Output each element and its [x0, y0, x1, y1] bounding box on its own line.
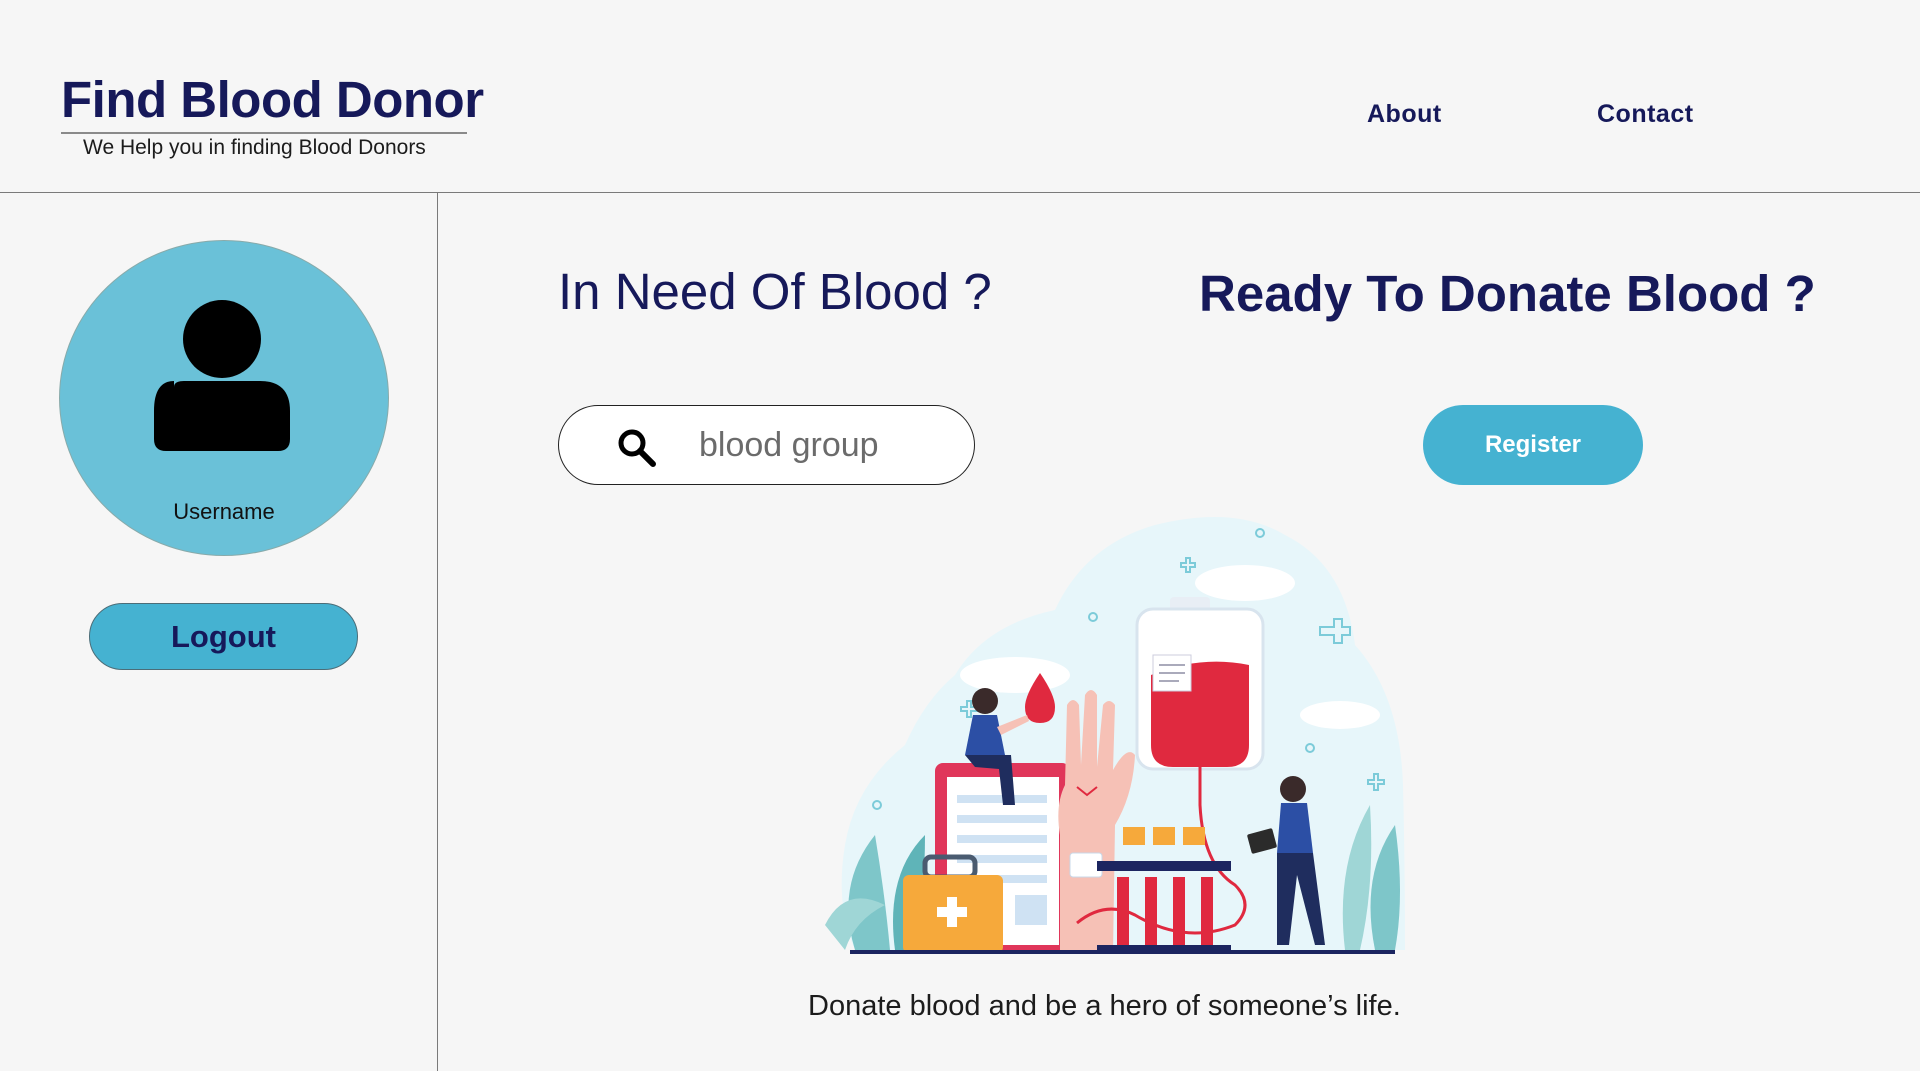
need-blood-heading: In Need Of Blood ?	[558, 263, 992, 320]
nurse-head	[1280, 776, 1306, 802]
brand-tagline: We Help you in finding Blood Donors	[83, 136, 426, 159]
test-tube-cap	[1123, 827, 1145, 845]
donation-tagline: Donate blood and be a hero of someone’s …	[808, 990, 1401, 1022]
search-box[interactable]	[558, 405, 975, 485]
blood-donation-illustration	[825, 517, 1405, 954]
donate-blood-heading: Ready To Donate Blood ?	[1199, 265, 1816, 322]
brand-divider	[61, 132, 467, 134]
ground-line	[850, 950, 1395, 954]
user-silhouette-icon	[154, 300, 290, 451]
cloud	[960, 657, 1070, 693]
header: Find Blood Donor We Help you in finding …	[0, 0, 1920, 193]
nurse-body	[1277, 803, 1313, 853]
logout-button[interactable]: Logout	[89, 603, 358, 670]
cloud	[1300, 701, 1380, 729]
username-label: Username	[173, 499, 275, 524]
nav-contact-link[interactable]: Contact	[1597, 100, 1694, 129]
person-head	[972, 688, 998, 714]
sidebar: Username Logout	[0, 193, 438, 1071]
blood-group-search-input[interactable]	[699, 420, 939, 470]
register-button[interactable]: Register	[1423, 405, 1643, 485]
test-tube-rack	[1097, 861, 1231, 871]
search-icon[interactable]	[617, 428, 657, 468]
avatar: Username	[59, 240, 389, 556]
nav-about-link[interactable]: About	[1367, 100, 1442, 129]
brand-title[interactable]: Find Blood Donor	[61, 70, 484, 129]
cloud	[1195, 565, 1295, 601]
